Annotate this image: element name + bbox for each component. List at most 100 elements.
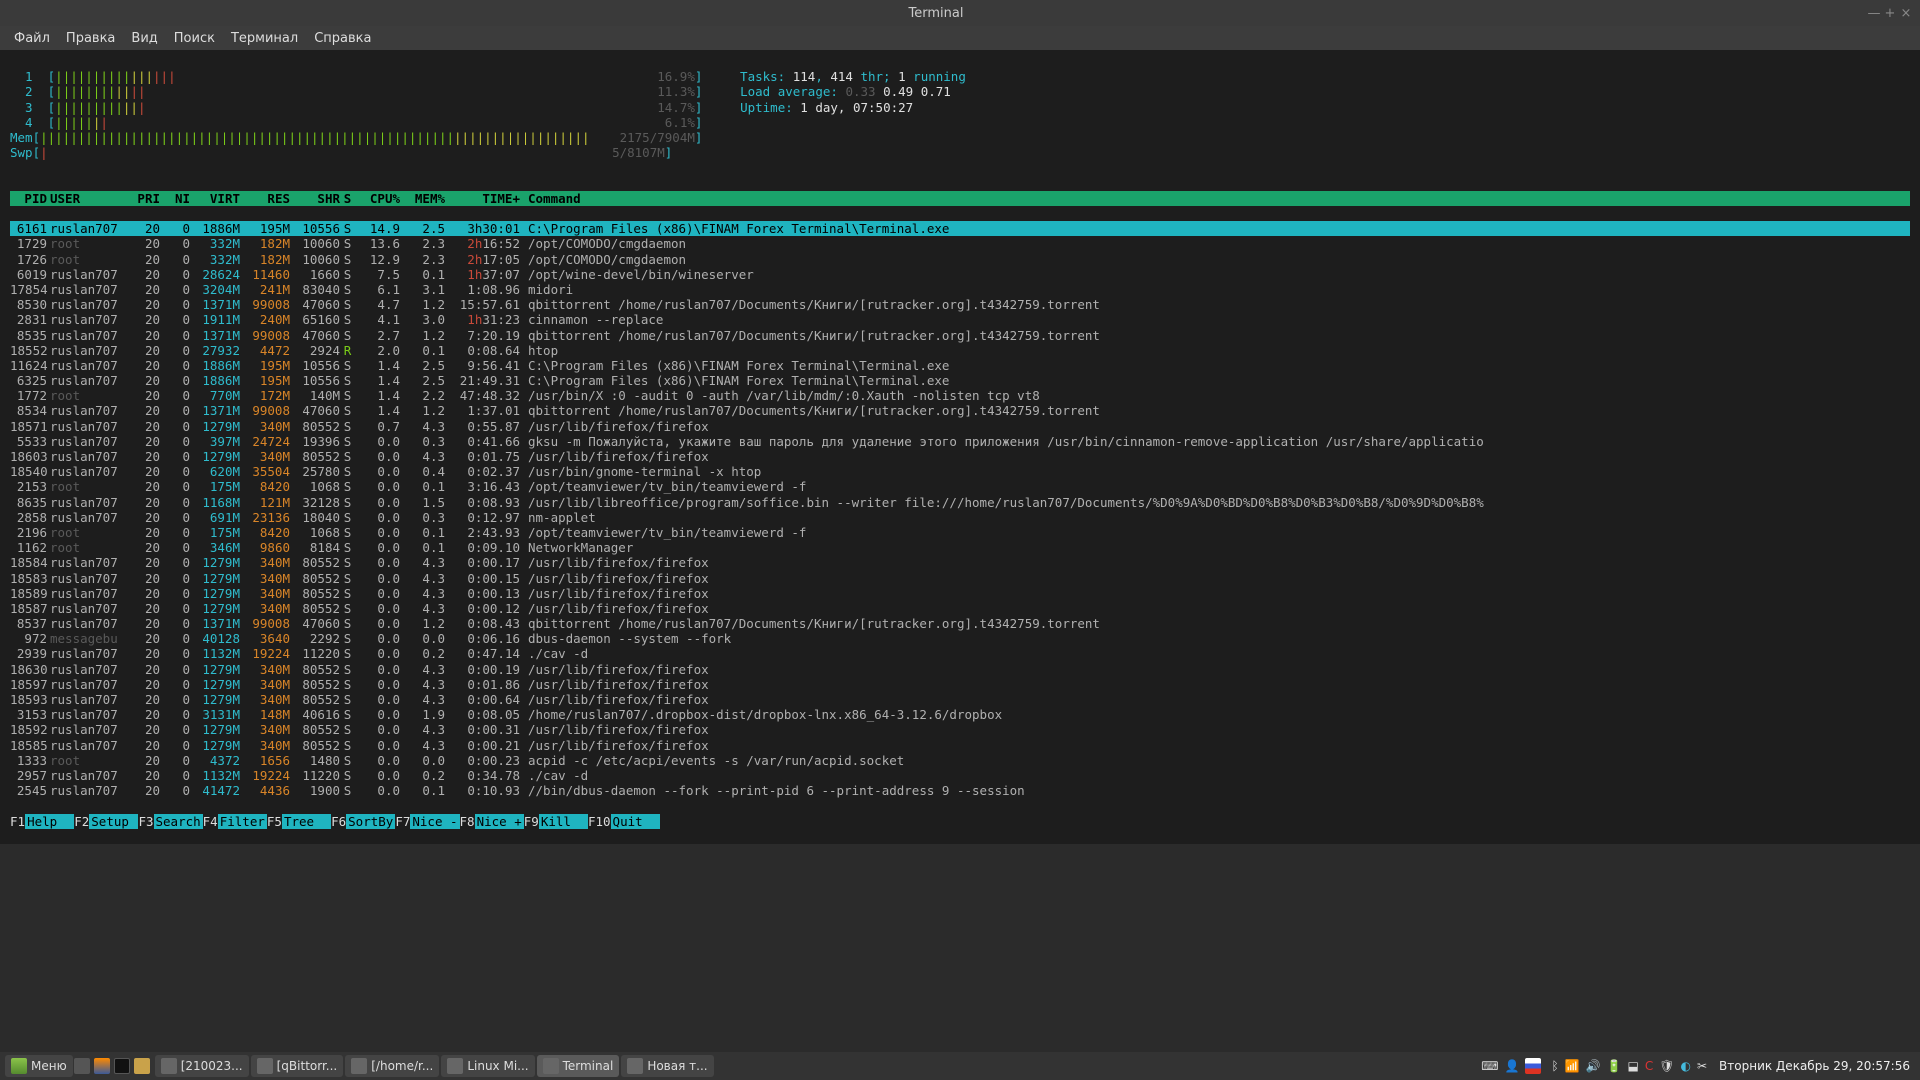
taskbar-window-button[interactable]: Новая т...: [621, 1055, 713, 1077]
process-row[interactable]: 18585 ruslan707 20 0 1279M 340M 80552 S …: [10, 738, 1910, 753]
taskbar-window-button[interactable]: [210023...: [155, 1055, 249, 1077]
fkey-label: SortBy: [346, 814, 395, 829]
menu-terminal[interactable]: Терминал: [223, 29, 306, 48]
menubar: Файл Правка Вид Поиск Терминал Справка: [0, 26, 1920, 50]
process-row[interactable]: 6019 ruslan707 20 0 28624 11460 1660 S 7…: [10, 267, 1910, 282]
hdr-res[interactable]: RES: [240, 191, 290, 206]
process-row[interactable]: 18593 ruslan707 20 0 1279M 340M 80552 S …: [10, 692, 1910, 707]
process-row[interactable]: 1162 root 20 0 346M 9860 8184 S 0.0 0.1 …: [10, 540, 1910, 555]
process-row[interactable]: 5533 ruslan707 20 0 397M 24724 19396 S 0…: [10, 434, 1910, 449]
hdr-pid[interactable]: PID: [10, 191, 50, 206]
volume-icon[interactable]: 🔊: [1586, 1059, 1601, 1073]
process-row[interactable]: 972 messagebu 20 0 40128 3640 2292 S 0.0…: [10, 631, 1910, 646]
battery-icon[interactable]: 🔋: [1607, 1059, 1622, 1073]
process-row[interactable]: 18583 ruslan707 20 0 1279M 340M 80552 S …: [10, 571, 1910, 586]
menu-help[interactable]: Справка: [306, 29, 379, 48]
process-row[interactable]: 18587 ruslan707 20 0 1279M 340M 80552 S …: [10, 601, 1910, 616]
firefox-launcher-icon[interactable]: [94, 1058, 110, 1074]
process-row[interactable]: 18540 ruslan707 20 0 620M 35504 25780 S …: [10, 464, 1910, 479]
hdr-user[interactable]: USER: [50, 191, 125, 206]
menu-search[interactable]: Поиск: [166, 29, 223, 48]
fkey-F6[interactable]: F6: [331, 814, 346, 829]
fkey-F8[interactable]: F8: [460, 814, 475, 829]
process-row[interactable]: 6161 ruslan707 20 0 1886M 195M 10556 S 1…: [10, 221, 1910, 236]
taskbar-window-button[interactable]: Linux Mi...: [441, 1055, 534, 1077]
menu-file[interactable]: Файл: [6, 29, 58, 48]
process-row[interactable]: 18597 ruslan707 20 0 1279M 340M 80552 S …: [10, 677, 1910, 692]
close-icon[interactable]: ×: [1898, 6, 1914, 21]
process-row[interactable]: 2939 ruslan707 20 0 1132M 19224 11220 S …: [10, 646, 1910, 661]
files-launcher-icon[interactable]: [134, 1058, 150, 1074]
process-row[interactable]: 18592 ruslan707 20 0 1279M 340M 80552 S …: [10, 722, 1910, 737]
process-row[interactable]: 17854 ruslan707 20 0 3204M 241M 83040 S …: [10, 282, 1910, 297]
process-row[interactable]: 1333 root 20 0 4372 1656 1480 S 0.0 0.0 …: [10, 753, 1910, 768]
fkey-F1[interactable]: F1: [10, 814, 25, 829]
fkey-F10[interactable]: F10: [588, 814, 611, 829]
process-row[interactable]: 2153 root 20 0 175M 8420 1068 S 0.0 0.1 …: [10, 479, 1910, 494]
process-row[interactable]: 1726 root 20 0 332M 182M 10060 S 12.9 2.…: [10, 252, 1910, 267]
hdr-cpu[interactable]: CPU%: [355, 191, 400, 206]
process-row[interactable]: 2545 ruslan707 20 0 41472 4436 1900 S 0.…: [10, 783, 1910, 798]
maximize-icon[interactable]: +: [1882, 6, 1898, 21]
process-row[interactable]: 18603 ruslan707 20 0 1279M 340M 80552 S …: [10, 449, 1910, 464]
fkey-F9[interactable]: F9: [524, 814, 539, 829]
hdr-ni[interactable]: NI: [160, 191, 190, 206]
hdr-time[interactable]: TIME+: [445, 191, 520, 206]
show-desktop-icon[interactable]: [74, 1058, 90, 1074]
process-row[interactable]: 8535 ruslan707 20 0 1371M 99008 47060 S …: [10, 328, 1910, 343]
hdr-mem[interactable]: MEM%: [400, 191, 445, 206]
clock[interactable]: Вторник Декабрь 29, 20:57:56: [1713, 1059, 1916, 1073]
bluetooth-icon[interactable]: ᛒ: [1551, 1059, 1558, 1073]
keyboard-icon[interactable]: ⌨: [1481, 1059, 1498, 1073]
process-row[interactable]: 18584 ruslan707 20 0 1279M 340M 80552 S …: [10, 555, 1910, 570]
process-row[interactable]: 1772 root 20 0 770M 172M 140M S 1.4 2.2 …: [10, 388, 1910, 403]
user-icon[interactable]: 👤: [1505, 1059, 1520, 1073]
fkey-F3[interactable]: F3: [138, 814, 153, 829]
fkey-F4[interactable]: F4: [203, 814, 218, 829]
taskbar-window-button[interactable]: [/home/r...: [345, 1055, 439, 1077]
minimize-icon[interactable]: —: [1866, 6, 1882, 21]
comodo-icon[interactable]: C: [1645, 1059, 1653, 1073]
process-row[interactable]: 2858 ruslan707 20 0 691M 23136 18040 S 0…: [10, 510, 1910, 525]
network-icon[interactable]: 📶: [1565, 1059, 1580, 1073]
menu-edit[interactable]: Правка: [58, 29, 123, 48]
process-row[interactable]: 8635 ruslan707 20 0 1168M 121M 32128 S 0…: [10, 495, 1910, 510]
qbittorrent-tray-icon[interactable]: ◐: [1681, 1059, 1691, 1073]
shield-icon[interactable]: 🛡: [1659, 1059, 1674, 1073]
function-keys: F1Help F2Setup F3SearchF4FilterF5Tree F6…: [10, 814, 1910, 829]
process-row[interactable]: 2831 ruslan707 20 0 1911M 240M 65160 S 4…: [10, 312, 1910, 327]
process-row[interactable]: 8537 ruslan707 20 0 1371M 99008 47060 S …: [10, 616, 1910, 631]
fkey-F7[interactable]: F7: [395, 814, 410, 829]
process-row[interactable]: 8530 ruslan707 20 0 1371M 99008 47060 S …: [10, 297, 1910, 312]
scissors-icon[interactable]: ✂: [1697, 1059, 1707, 1073]
taskbar-item-label: [210023...: [181, 1059, 243, 1073]
taskbar-window-button[interactable]: [qBittorr...: [251, 1055, 344, 1077]
hdr-pri[interactable]: PRI: [125, 191, 160, 206]
process-row[interactable]: 8534 ruslan707 20 0 1371M 99008 47060 S …: [10, 403, 1910, 418]
terminal-output: 1 [|||||||||||||||| 16.9%] Tasks: 114, 4…: [0, 50, 1920, 844]
start-menu-button[interactable]: Меню: [5, 1055, 73, 1077]
hdr-virt[interactable]: VIRT: [190, 191, 240, 206]
process-row[interactable]: 1729 root 20 0 332M 182M 10060 S 13.6 2.…: [10, 236, 1910, 251]
process-row[interactable]: 3153 ruslan707 20 0 3131M 148M 40616 S 0…: [10, 707, 1910, 722]
process-row[interactable]: 2196 root 20 0 175M 8420 1068 S 0.0 0.1 …: [10, 525, 1910, 540]
fkey-F2[interactable]: F2: [74, 814, 89, 829]
process-row[interactable]: 18552 ruslan707 20 0 27932 4472 2924 R 2…: [10, 343, 1910, 358]
process-row[interactable]: 18630 ruslan707 20 0 1279M 340M 80552 S …: [10, 662, 1910, 677]
process-row[interactable]: 18589 ruslan707 20 0 1279M 340M 80552 S …: [10, 586, 1910, 601]
menu-view[interactable]: Вид: [123, 29, 165, 48]
process-row[interactable]: 18571 ruslan707 20 0 1279M 340M 80552 S …: [10, 419, 1910, 434]
taskbar-window-button[interactable]: Terminal: [537, 1055, 620, 1077]
hdr-s[interactable]: S: [340, 191, 355, 206]
dropbox-icon[interactable]: ⬓: [1628, 1059, 1639, 1073]
process-row[interactable]: 6325 ruslan707 20 0 1886M 195M 10556 S 1…: [10, 373, 1910, 388]
terminal-launcher-icon[interactable]: [114, 1058, 130, 1074]
hdr-shr[interactable]: SHR: [290, 191, 340, 206]
process-row[interactable]: 11624 ruslan707 20 0 1886M 195M 10556 S …: [10, 358, 1910, 373]
hdr-cmd[interactable]: Command: [520, 191, 1910, 206]
keyboard-layout-icon[interactable]: [1525, 1058, 1541, 1074]
fkey-F5[interactable]: F5: [267, 814, 282, 829]
process-header[interactable]: PID USER PRI NI VIRT RES SHR S CPU% MEM%…: [10, 191, 1910, 206]
process-row[interactable]: 2957 ruslan707 20 0 1132M 19224 11220 S …: [10, 768, 1910, 783]
taskbar-item-label: Linux Mi...: [467, 1059, 528, 1073]
